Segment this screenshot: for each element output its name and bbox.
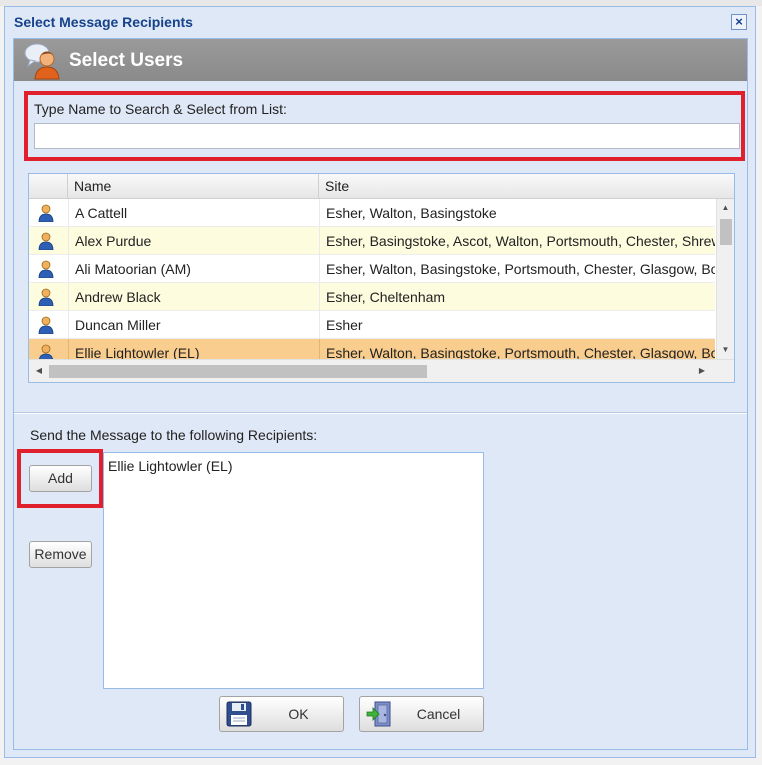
user-icon [38,316,54,334]
table-row[interactable]: A Cattell Esher, Walton, Basingstoke [29,199,715,227]
column-header-site[interactable]: Site [319,174,734,198]
cancel-button[interactable]: Cancel [359,696,484,732]
table-row[interactable]: Duncan Miller Esher [29,311,715,339]
table-row-selected[interactable]: Ellie Lightowler (EL) Esher, Walton, Bas… [29,339,715,359]
dialog-body: Select Users Type Name to Search & Selec… [13,38,748,750]
recipients-label: Send the Message to the following Recipi… [30,427,318,443]
grid-header: Name Site [29,174,734,199]
recipients-list[interactable]: Ellie Lightowler (EL) [103,452,484,689]
search-label: Type Name to Search & Select from List: [34,101,287,117]
scroll-left-arrow-icon[interactable]: ◀ [32,364,46,378]
user-site: Esher, Basingstoke, Ascot, Walton, Ports… [326,233,715,249]
horizontal-scrollbar[interactable]: ◀ ▶ [29,359,734,382]
vertical-scroll-thumb[interactable] [720,219,732,245]
table-row[interactable]: Ali Matoorian (AM) Esher, Walton, Basing… [29,255,715,283]
column-separator [68,255,69,282]
ok-button[interactable]: OK [219,696,344,732]
table-row[interactable]: Alex Purdue Esher, Basingstoke, Ascot, W… [29,227,715,255]
user-chat-icon [24,43,60,80]
user-name: Ellie Lightowler (EL) [75,345,200,359]
user-site: Esher [326,317,363,333]
user-icon [38,344,54,359]
column-separator [319,339,320,359]
select-users-banner: Select Users [14,39,747,81]
scrollbar-corner [716,360,734,382]
ok-label: OK [288,706,309,722]
column-separator [319,283,320,310]
scroll-down-arrow-icon[interactable]: ▼ [717,343,734,357]
search-input[interactable] [34,123,740,149]
exit-door-icon [366,701,391,727]
column-separator [319,311,320,338]
users-grid: Name Site A Cattell Esher, Walton, Basin… [28,173,735,383]
column-separator [319,199,320,226]
grid-body: A Cattell Esher, Walton, Basingstoke Ale… [29,199,715,359]
user-icon [38,204,54,222]
horizontal-scroll-thumb[interactable] [49,365,427,378]
dialog-titlebar[interactable]: Select Message Recipients × [5,7,755,37]
floppy-disk-icon [226,701,252,727]
user-icon [38,232,54,250]
column-separator [68,283,69,310]
column-separator [68,311,69,338]
dialog-title: Select Message Recipients [14,14,193,30]
remove-button[interactable]: Remove [29,541,92,568]
user-name: Andrew Black [75,289,161,305]
scroll-up-arrow-icon[interactable]: ▲ [717,201,734,215]
table-row[interactable]: Andrew Black Esher, Cheltenham [29,283,715,311]
list-item[interactable]: Ellie Lightowler (EL) [108,458,233,474]
column-separator [68,339,69,359]
add-button[interactable]: Add [29,465,92,492]
column-separator [68,199,69,226]
user-name: Ali Matoorian (AM) [75,261,191,277]
user-name: Alex Purdue [75,233,152,249]
user-name: Duncan Miller [75,317,161,333]
column-separator [319,227,320,254]
section-divider [14,412,747,413]
user-site: Esher, Walton, Basingstoke [326,205,497,221]
message-recipients-dialog: Select Message Recipients × Select Users… [4,6,756,758]
vertical-scrollbar[interactable]: ▲ ▼ [716,199,734,359]
user-name: A Cattell [75,205,128,221]
user-site: Esher, Walton, Basingstoke, Portsmouth, … [326,261,715,277]
banner-title: Select Users [69,50,184,71]
user-site: Esher, Walton, Basingstoke, Portsmouth, … [326,345,715,359]
user-icon [38,288,54,306]
user-site: Esher, Cheltenham [326,289,446,305]
close-icon[interactable]: × [731,14,747,30]
column-header-name[interactable]: Name [68,174,319,198]
search-highlight-frame: Type Name to Search & Select from List: [24,91,745,161]
cancel-label: Cancel [416,706,461,722]
icon-column-header[interactable] [29,174,68,198]
column-separator [68,227,69,254]
column-separator [319,255,320,282]
scroll-right-arrow-icon[interactable]: ▶ [695,364,709,378]
user-icon [38,260,54,278]
